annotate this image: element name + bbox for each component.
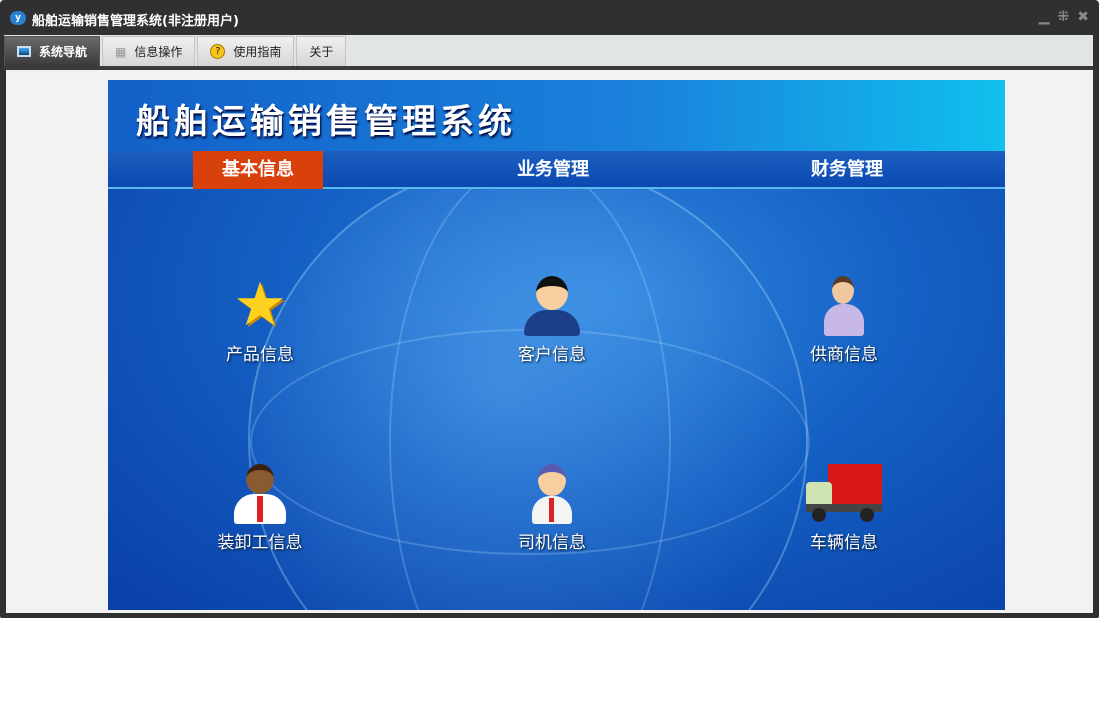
tab-user-guide[interactable]: ? 使用指南 xyxy=(197,36,295,66)
restore-icon[interactable]: ⁜ xyxy=(1058,9,1070,25)
app-logo-icon: y xyxy=(10,11,26,25)
customer-icon xyxy=(522,274,582,336)
item-label: 产品信息 xyxy=(226,345,294,365)
monitor-icon xyxy=(17,46,31,57)
navigation-banner: 船舶运输销售管理系统 基本信息 业务管理 财务管理 ★ 产品信息 客户信息 供商… xyxy=(108,80,1005,610)
truck-icon xyxy=(804,462,884,524)
nav-finance-management[interactable]: 财务管理 xyxy=(782,151,912,189)
category-nav: 基本信息 业务管理 财务管理 xyxy=(108,151,1005,189)
loader-info-button[interactable]: 装卸工信息 xyxy=(190,462,330,553)
app-window: y 船舶运输销售管理系统(非注册用户) ▁ ⁜ ✖ 系统导航 ▦ 信息操作 ? 使用… xyxy=(0,0,1099,618)
tab-label: 使用指南 xyxy=(233,45,282,59)
window-title: 船舶运输销售管理系统(非注册用户) xyxy=(32,14,239,29)
item-label: 装卸工信息 xyxy=(217,533,303,553)
star-icon: ★ xyxy=(233,270,287,340)
tab-bar: 系统导航 ▦ 信息操作 ? 使用指南 关于 xyxy=(4,35,1093,66)
minimize-icon[interactable]: ▁ xyxy=(1039,9,1050,25)
item-label: 供商信息 xyxy=(810,345,878,365)
worker-icon xyxy=(230,462,290,524)
help-icon: ? xyxy=(210,44,226,59)
customer-info-button[interactable]: 客户信息 xyxy=(482,274,622,365)
tab-info-operation[interactable]: ▦ 信息操作 xyxy=(102,36,196,66)
driver-icon xyxy=(522,462,582,524)
nav-business-management[interactable]: 业务管理 xyxy=(488,151,618,189)
tab-about[interactable]: 关于 xyxy=(296,36,347,66)
tab-system-navigation[interactable]: 系统导航 xyxy=(4,36,101,66)
system-title: 船舶运输销售管理系统 xyxy=(136,102,516,142)
item-label: 司机信息 xyxy=(518,533,586,553)
tab-label: 关于 xyxy=(309,45,334,59)
item-label: 客户信息 xyxy=(518,345,586,365)
product-info-button[interactable]: ★ 产品信息 xyxy=(190,274,330,365)
item-label: 车辆信息 xyxy=(810,533,878,553)
vehicle-info-button[interactable]: 车辆信息 xyxy=(774,462,914,553)
title-bar: y 船舶运输销售管理系统(非注册用户) ▁ ⁜ ✖ xyxy=(0,0,1099,36)
grid-icon: ▦ xyxy=(115,44,127,59)
close-icon[interactable]: ✖ xyxy=(1077,9,1089,25)
nav-basic-info[interactable]: 基本信息 xyxy=(193,151,323,189)
supplier-info-button[interactable]: 供商信息 xyxy=(774,274,914,365)
tab-label: 信息操作 xyxy=(134,45,183,59)
tab-label: 系统导航 xyxy=(39,45,88,59)
supplier-icon xyxy=(814,274,874,336)
driver-info-button[interactable]: 司机信息 xyxy=(482,462,622,553)
